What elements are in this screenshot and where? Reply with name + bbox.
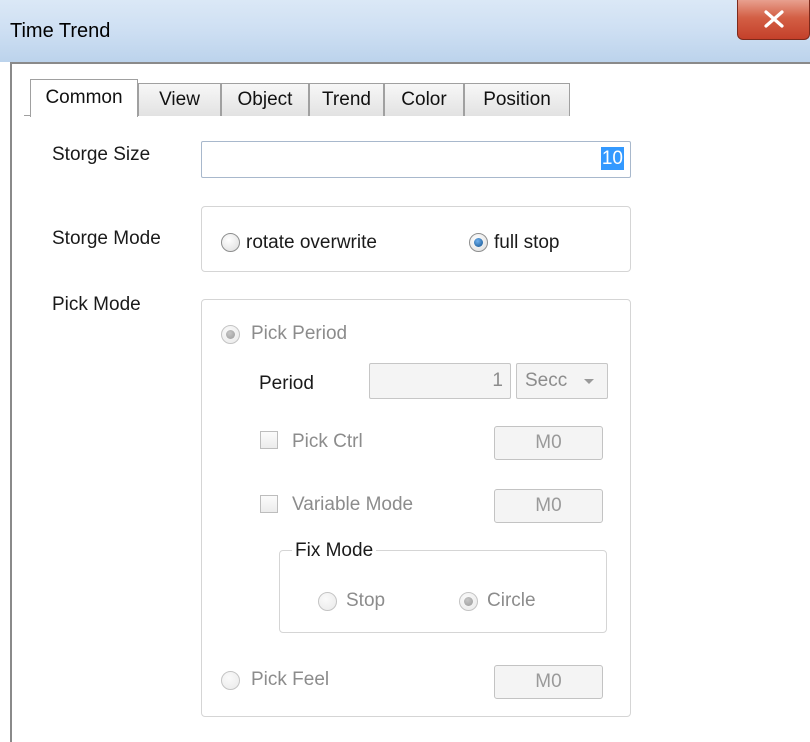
tab-trend[interactable]: Trend bbox=[309, 83, 384, 116]
pick-feel-address-button[interactable]: M0 bbox=[494, 665, 603, 699]
rotate-overwrite-radio[interactable] bbox=[221, 233, 240, 252]
period-unit-select[interactable]: Secc bbox=[516, 363, 608, 399]
pick-period-label[interactable]: Pick Period bbox=[251, 323, 347, 345]
pick-mode-label: Pick Mode bbox=[52, 294, 141, 315]
rotate-overwrite-label[interactable]: rotate overwrite bbox=[246, 232, 377, 254]
pick-ctrl-checkbox[interactable] bbox=[260, 431, 278, 449]
pick-ctrl-label[interactable]: Pick Ctrl bbox=[292, 431, 363, 453]
pick-feel-label[interactable]: Pick Feel bbox=[251, 669, 329, 691]
pick-ctrl-address: M0 bbox=[535, 432, 562, 453]
variable-mode-address: M0 bbox=[535, 495, 562, 516]
tab-position[interactable]: Position bbox=[464, 83, 570, 116]
tab-label: Object bbox=[237, 89, 293, 110]
tab-label: Color bbox=[401, 89, 447, 110]
variable-mode-address-button[interactable]: M0 bbox=[494, 489, 603, 523]
tab-object[interactable]: Object bbox=[221, 83, 309, 116]
close-button[interactable] bbox=[737, 0, 810, 40]
pick-ctrl-address-button[interactable]: M0 bbox=[494, 426, 603, 460]
variable-mode-label[interactable]: Variable Mode bbox=[292, 494, 413, 516]
tab-label: Trend bbox=[322, 89, 371, 110]
pick-feel-address: M0 bbox=[535, 671, 562, 692]
period-unit-value: Secc bbox=[525, 370, 568, 391]
chevron-down-icon bbox=[584, 379, 594, 384]
tab-label: Common bbox=[45, 87, 123, 108]
window-title: Time Trend bbox=[10, 20, 111, 42]
full-stop-label[interactable]: full stop bbox=[494, 232, 559, 254]
fix-stop-radio[interactable] bbox=[318, 592, 337, 611]
pick-period-radio[interactable] bbox=[221, 325, 240, 344]
period-input[interactable]: 1 bbox=[369, 363, 511, 399]
pick-feel-radio[interactable] bbox=[221, 671, 240, 690]
tab-label: View bbox=[159, 89, 200, 110]
storage-size-label: Storge Size bbox=[52, 144, 151, 165]
variable-mode-checkbox[interactable] bbox=[260, 495, 278, 513]
period-label: Period bbox=[259, 373, 314, 394]
title-bar: Time Trend bbox=[0, 0, 810, 62]
tab-color[interactable]: Color bbox=[384, 83, 464, 116]
tab-common[interactable]: Common bbox=[30, 79, 138, 117]
storage-size-input[interactable]: 10 bbox=[201, 141, 631, 178]
fix-mode-label: Fix Mode bbox=[292, 540, 377, 562]
fix-circle-radio[interactable] bbox=[459, 592, 478, 611]
tab-view[interactable]: View bbox=[138, 83, 221, 116]
storage-mode-label: Storge Mode bbox=[52, 228, 161, 249]
period-value: 1 bbox=[492, 370, 503, 391]
fix-stop-label[interactable]: Stop bbox=[346, 590, 385, 612]
full-stop-radio[interactable] bbox=[469, 233, 488, 252]
fix-circle-label[interactable]: Circle bbox=[487, 590, 536, 612]
storage-size-value: 10 bbox=[600, 147, 624, 170]
tab-label: Position bbox=[483, 89, 551, 110]
close-icon bbox=[764, 10, 784, 28]
